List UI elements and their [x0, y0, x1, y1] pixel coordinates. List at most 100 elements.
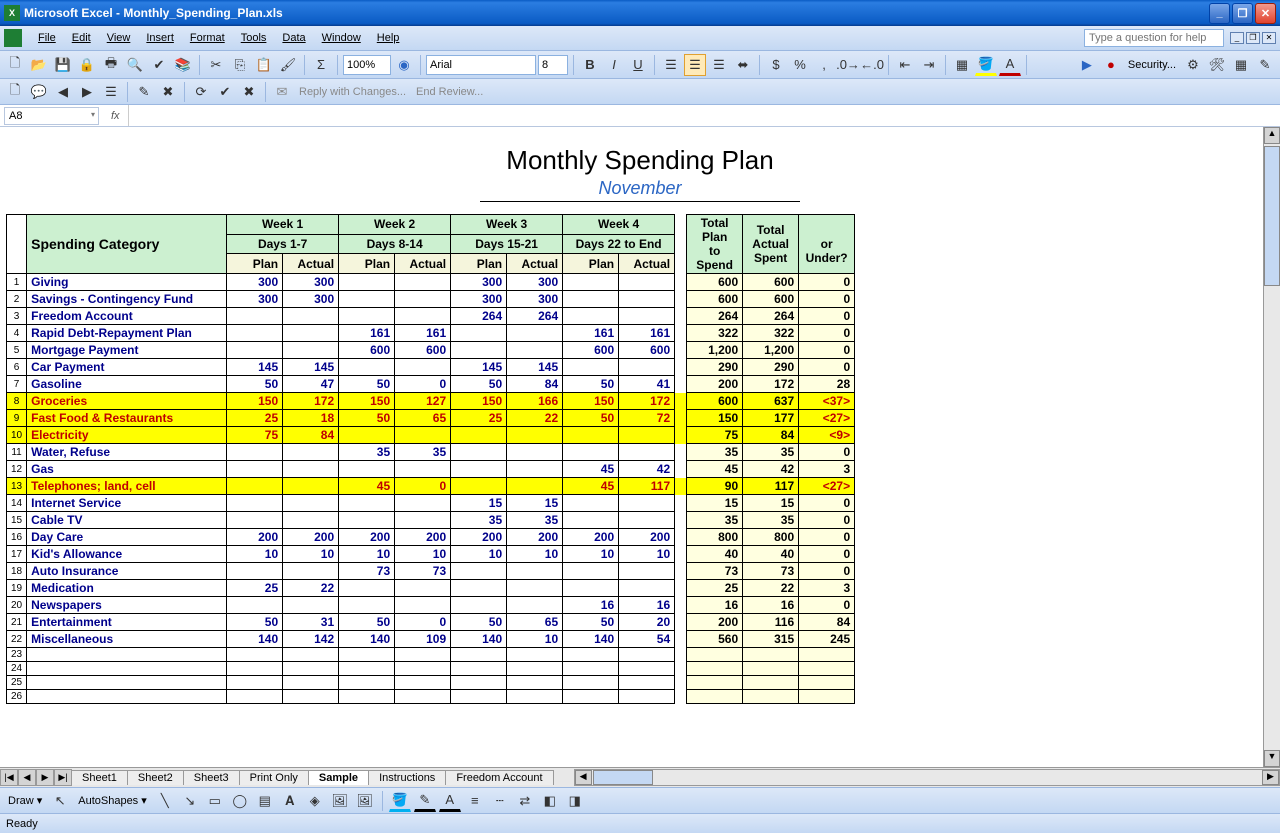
- comma-icon[interactable]: ,: [813, 54, 835, 76]
- select-objects-icon[interactable]: ↖: [49, 790, 71, 812]
- zoom-input[interactable]: [343, 55, 391, 75]
- table-row[interactable]: 4Rapid Debt-Repayment Plan16116116116132…: [7, 325, 855, 342]
- horizontal-scrollbar[interactable]: ◀ ▶: [574, 769, 1280, 786]
- arrow-style-icon[interactable]: ⇄: [514, 790, 536, 812]
- maximize-button[interactable]: ❐: [1232, 3, 1253, 24]
- rv-send-icon[interactable]: ✉: [271, 81, 293, 103]
- worksheet[interactable]: Monthly Spending Plan November Spending …: [0, 127, 1280, 767]
- save-icon[interactable]: 💾: [52, 54, 74, 76]
- autoshapes-menu[interactable]: AutoShapes ▾: [74, 794, 151, 807]
- table-row[interactable]: 21Entertainment50315005065502020011684: [7, 614, 855, 631]
- rv-delete-icon[interactable]: ✖: [157, 81, 179, 103]
- cut-icon[interactable]: ✂: [205, 54, 227, 76]
- currency-icon[interactable]: $: [765, 54, 787, 76]
- controls-icon[interactable]: ▦: [1230, 54, 1252, 76]
- rectangle-icon[interactable]: ▭: [204, 790, 226, 812]
- table-row[interactable]: 22Miscellaneous1401421401091401014054560…: [7, 631, 855, 648]
- fill-color-draw-icon[interactable]: 🪣: [389, 790, 411, 812]
- table-row[interactable]: 26: [7, 690, 855, 704]
- permission-icon[interactable]: 🔒: [76, 54, 98, 76]
- table-row[interactable]: 23: [7, 648, 855, 662]
- decrease-indent-icon[interactable]: ⇤: [894, 54, 916, 76]
- tab-last-icon[interactable]: ▶|: [54, 769, 72, 786]
- table-row[interactable]: 11Water, Refuse353535350: [7, 444, 855, 461]
- macro-record-icon[interactable]: ●: [1100, 54, 1122, 76]
- help-search-input[interactable]: [1084, 29, 1224, 47]
- scroll-up-icon[interactable]: ▲: [1264, 127, 1280, 144]
- design-mode-icon[interactable]: 🛠: [1206, 54, 1228, 76]
- close-button[interactable]: ✕: [1255, 3, 1276, 24]
- rv-ink-icon[interactable]: ✎: [133, 81, 155, 103]
- help-icon[interactable]: ◉: [393, 54, 415, 76]
- line-color-icon[interactable]: ✎: [414, 790, 436, 812]
- italic-icon[interactable]: I: [603, 54, 625, 76]
- rv-accept-icon[interactable]: ✔: [214, 81, 236, 103]
- fx-button[interactable]: fx: [111, 110, 120, 122]
- sheet-tab[interactable]: Sheet2: [127, 770, 184, 785]
- font-color-draw-icon[interactable]: A: [439, 790, 461, 812]
- print-icon[interactable]: 🖶: [100, 54, 122, 76]
- menu-help[interactable]: Help: [369, 29, 408, 47]
- bold-icon[interactable]: B: [579, 54, 601, 76]
- rv-comment-icon[interactable]: 💬: [28, 81, 50, 103]
- draw-menu[interactable]: Draw ▾: [4, 794, 46, 807]
- doc-minimize-button[interactable]: _: [1230, 32, 1244, 44]
- table-row[interactable]: 17Kid's Allowance101010101010101040400: [7, 546, 855, 563]
- menu-window[interactable]: Window: [314, 29, 369, 47]
- end-review-button[interactable]: End Review...: [412, 86, 487, 98]
- scroll-down-icon[interactable]: ▼: [1264, 750, 1280, 767]
- menu-edit[interactable]: Edit: [64, 29, 99, 47]
- wordart-icon[interactable]: 𝐀: [279, 790, 301, 812]
- dash-style-icon[interactable]: ┄: [489, 790, 511, 812]
- copy-icon[interactable]: ⎘: [229, 54, 251, 76]
- menu-insert[interactable]: Insert: [138, 29, 182, 47]
- table-row[interactable]: 2Savings - Contingency Fund3003003003006…: [7, 291, 855, 308]
- table-row[interactable]: 3Freedom Account2642642642640: [7, 308, 855, 325]
- underline-icon[interactable]: U: [627, 54, 649, 76]
- oval-icon[interactable]: ◯: [229, 790, 251, 812]
- budget-table[interactable]: Spending CategoryWeek 1Week 2Week 3Week …: [6, 214, 855, 704]
- properties-icon[interactable]: ✎: [1254, 54, 1276, 76]
- tab-first-icon[interactable]: |◀: [0, 769, 18, 786]
- sheet-tab[interactable]: Print Only: [239, 770, 309, 785]
- print-preview-icon[interactable]: 🔍: [124, 54, 146, 76]
- macro-play-icon[interactable]: ▶: [1076, 54, 1098, 76]
- sheet-tab[interactable]: Instructions: [368, 770, 446, 785]
- menu-data[interactable]: Data: [274, 29, 313, 47]
- vertical-scrollbar[interactable]: ▲ ▼: [1263, 127, 1280, 767]
- hscroll-right-icon[interactable]: ▶: [1262, 770, 1279, 785]
- table-row[interactable]: 25: [7, 676, 855, 690]
- table-row[interactable]: 8Groceries150172150127150166150172600637…: [7, 393, 855, 410]
- table-row[interactable]: 6Car Payment1451451451452902900: [7, 359, 855, 376]
- arrow-icon[interactable]: ↘: [179, 790, 201, 812]
- table-row[interactable]: 18Auto Insurance737373730: [7, 563, 855, 580]
- percent-icon[interactable]: %: [789, 54, 811, 76]
- tab-prev-icon[interactable]: ◀: [18, 769, 36, 786]
- clipart-icon[interactable]: 🖼: [329, 790, 351, 812]
- research-icon[interactable]: 📚: [172, 54, 194, 76]
- line-style-icon[interactable]: ≡: [464, 790, 486, 812]
- sheet-tab[interactable]: Freedom Account: [445, 770, 553, 785]
- increase-decimal-icon[interactable]: .0→: [837, 54, 859, 76]
- open-icon[interactable]: 📂: [28, 54, 50, 76]
- table-row[interactable]: 12Gas454245423: [7, 461, 855, 478]
- table-row[interactable]: 13Telephones; land, cell4504511790117<27…: [7, 478, 855, 495]
- rv-track-icon[interactable]: ⟳: [190, 81, 212, 103]
- table-row[interactable]: 7Gasoline50475005084504120017228: [7, 376, 855, 393]
- rv-show-icon[interactable]: ☰: [100, 81, 122, 103]
- app-icon[interactable]: [4, 29, 22, 47]
- format-painter-icon[interactable]: 🖌: [277, 54, 299, 76]
- align-right-icon[interactable]: ☰: [708, 54, 730, 76]
- table-row[interactable]: 5Mortgage Payment6006006006001,2001,2000: [7, 342, 855, 359]
- table-row[interactable]: 24: [7, 662, 855, 676]
- 3d-icon[interactable]: ◨: [564, 790, 586, 812]
- font-color-icon[interactable]: A: [999, 54, 1021, 76]
- sheet-tab[interactable]: Sample: [308, 770, 369, 785]
- doc-restore-button[interactable]: ❐: [1246, 32, 1260, 44]
- table-row[interactable]: 14Internet Service151515150: [7, 495, 855, 512]
- line-icon[interactable]: ╲: [154, 790, 176, 812]
- reply-changes-button[interactable]: Reply with Changes...: [295, 86, 410, 98]
- sheet-tab[interactable]: Sheet3: [183, 770, 240, 785]
- spelling-icon[interactable]: ✔: [148, 54, 170, 76]
- paste-icon[interactable]: 📋: [253, 54, 275, 76]
